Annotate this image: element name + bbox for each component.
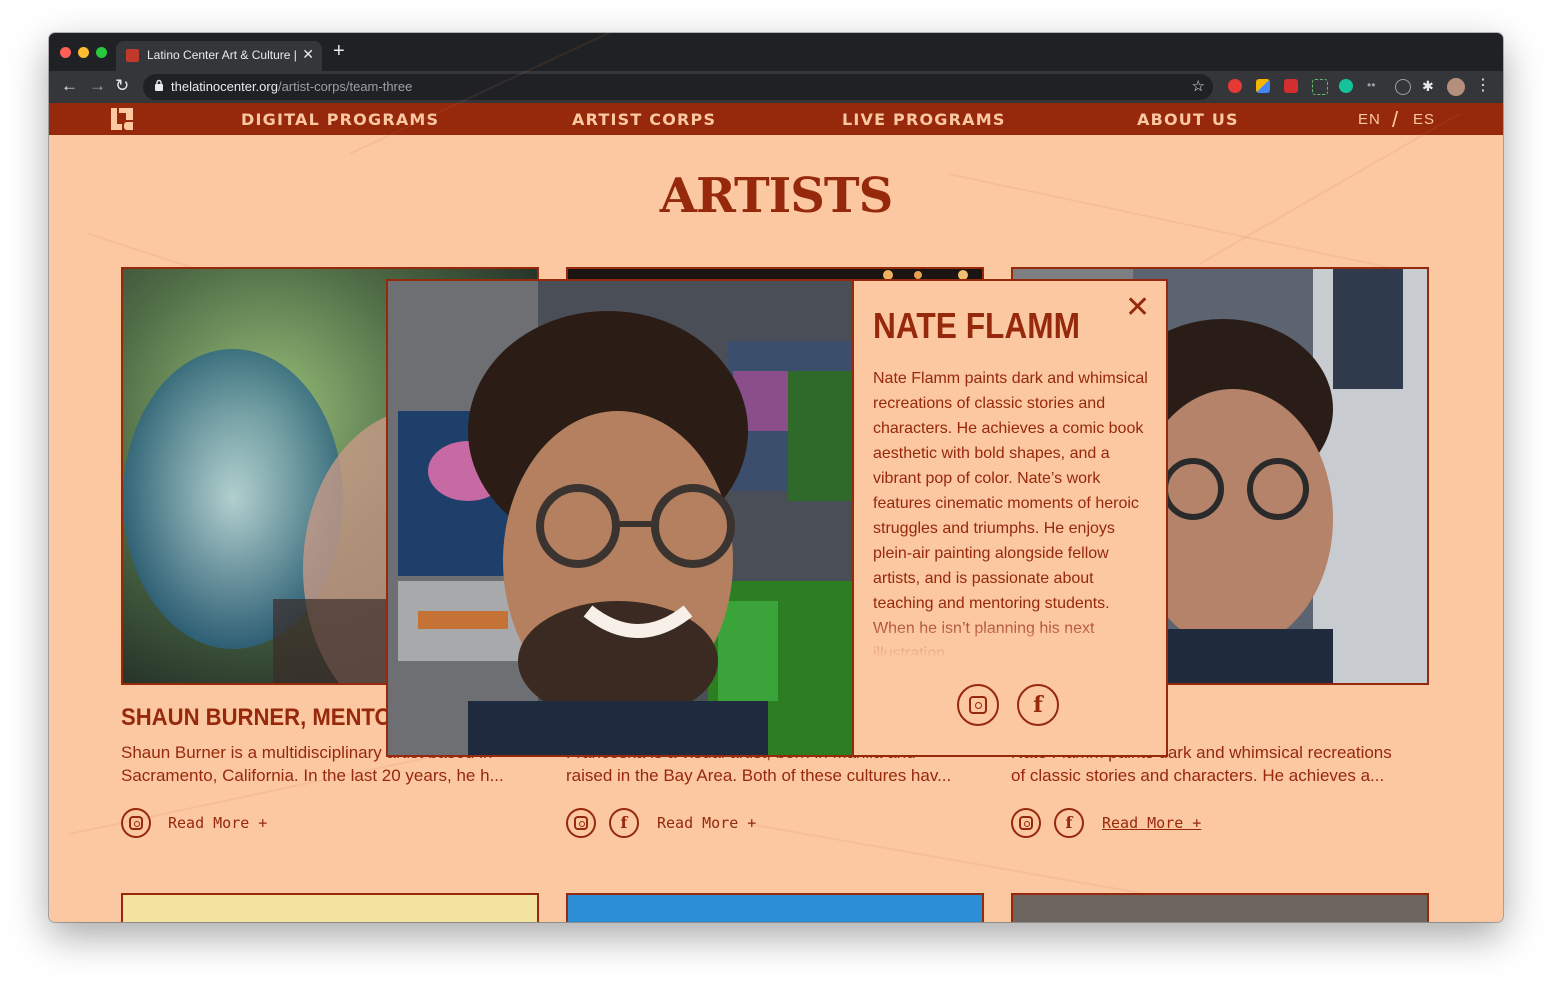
artist-photo[interactable]: [121, 893, 539, 922]
modal-artist-name: NATE FLAMM: [873, 305, 1081, 346]
facebook-icon[interactable]: f: [609, 808, 639, 838]
star-icon[interactable]: ☆: [1192, 77, 1205, 95]
back-icon[interactable]: ←: [61, 76, 78, 96]
lang-separator: /: [1392, 107, 1399, 132]
description-line: raised in the Bay Area. Both of these cu…: [566, 766, 952, 785]
pdf-extension-icon[interactable]: [1284, 79, 1298, 93]
close-icon[interactable]: ✕: [1125, 293, 1150, 323]
extension-dots-icon[interactable]: ••: [1367, 79, 1381, 93]
site-nav: DIGITAL PROGRAMS ARTIST CORPS LIVE PROGR…: [49, 103, 1503, 135]
screenshot-extension-icon[interactable]: [1312, 79, 1328, 95]
tab-close-icon[interactable]: ✕: [302, 46, 314, 63]
window-zoom-dot[interactable]: [96, 47, 107, 58]
nav-artist-corps[interactable]: ARTIST CORPS: [572, 110, 716, 129]
puzzle-icon[interactable]: ✱: [1422, 79, 1436, 93]
grammarly-icon[interactable]: [1339, 79, 1353, 93]
browser-tab[interactable]: Latino Center Art & Culture | V ✕: [116, 41, 322, 71]
nav-live-programs[interactable]: LIVE PROGRAMS: [842, 110, 1006, 129]
tab-title: Latino Center Art & Culture | V: [147, 48, 297, 62]
site-logo[interactable]: [111, 108, 133, 130]
window-minimize-dot[interactable]: [78, 47, 89, 58]
modal-artist-photo: [388, 281, 854, 755]
lang-es-link[interactable]: ES: [1413, 111, 1435, 128]
read-more-link[interactable]: Read More +: [657, 814, 756, 832]
extension-icon-red[interactable]: [1228, 79, 1242, 93]
artist-photo[interactable]: [566, 893, 984, 922]
new-tab-icon[interactable]: +: [333, 41, 345, 61]
instagram-icon[interactable]: [957, 684, 999, 726]
browser-toolbar: ← → ↻ thelatinocenter.org/artist-corps/t…: [49, 71, 1503, 103]
modal-artist-bio: Nate Flamm paints dark and whimsical rec…: [873, 366, 1148, 658]
favicon-icon: [126, 49, 139, 62]
description-line: of classic stories and characters. He ac…: [1011, 766, 1385, 785]
instagram-icon[interactable]: [566, 808, 596, 838]
kebab-menu-icon[interactable]: ⋮: [1475, 78, 1491, 94]
tab-strip: Latino Center Art & Culture | V ✕ +: [49, 33, 1503, 71]
info-extension-icon[interactable]: [1395, 79, 1411, 95]
url-path: /artist-corps/team-three: [277, 79, 413, 94]
artist-name: SHAUN BURNER, MENTOR: [121, 704, 408, 731]
extension-icon-multicolor[interactable]: [1256, 79, 1270, 93]
window-close-dot[interactable]: [60, 47, 71, 58]
forward-icon[interactable]: →: [89, 76, 106, 96]
instagram-icon[interactable]: [1011, 808, 1041, 838]
profile-avatar[interactable]: [1447, 78, 1465, 96]
browser-window: Latino Center Art & Culture | V ✕ + ← → …: [49, 33, 1503, 922]
facebook-icon[interactable]: f: [1017, 684, 1059, 726]
url-text: thelatinocenter.org/artist-corps/team-th…: [171, 79, 412, 94]
url-host: thelatinocenter.org: [171, 79, 278, 94]
reload-icon[interactable]: ↻: [115, 76, 129, 96]
nav-about-us[interactable]: ABOUT US: [1137, 110, 1239, 129]
page-title: ARTISTS: [659, 168, 894, 224]
instagram-icon[interactable]: [121, 808, 151, 838]
read-more-link[interactable]: Read More +: [1102, 814, 1201, 832]
read-more-link[interactable]: Read More +: [168, 814, 267, 832]
address-bar[interactable]: thelatinocenter.org/artist-corps/team-th…: [143, 74, 1213, 100]
artist-photo[interactable]: [1011, 893, 1429, 922]
facebook-icon[interactable]: f: [1054, 808, 1084, 838]
lock-icon: [154, 79, 164, 94]
artist-modal: NATE FLAMM ✕ Nate Flamm paints dark and …: [386, 279, 1168, 757]
lang-en-link[interactable]: EN: [1358, 111, 1381, 128]
description-line: Sacramento, California. In the last 20 y…: [121, 766, 504, 785]
